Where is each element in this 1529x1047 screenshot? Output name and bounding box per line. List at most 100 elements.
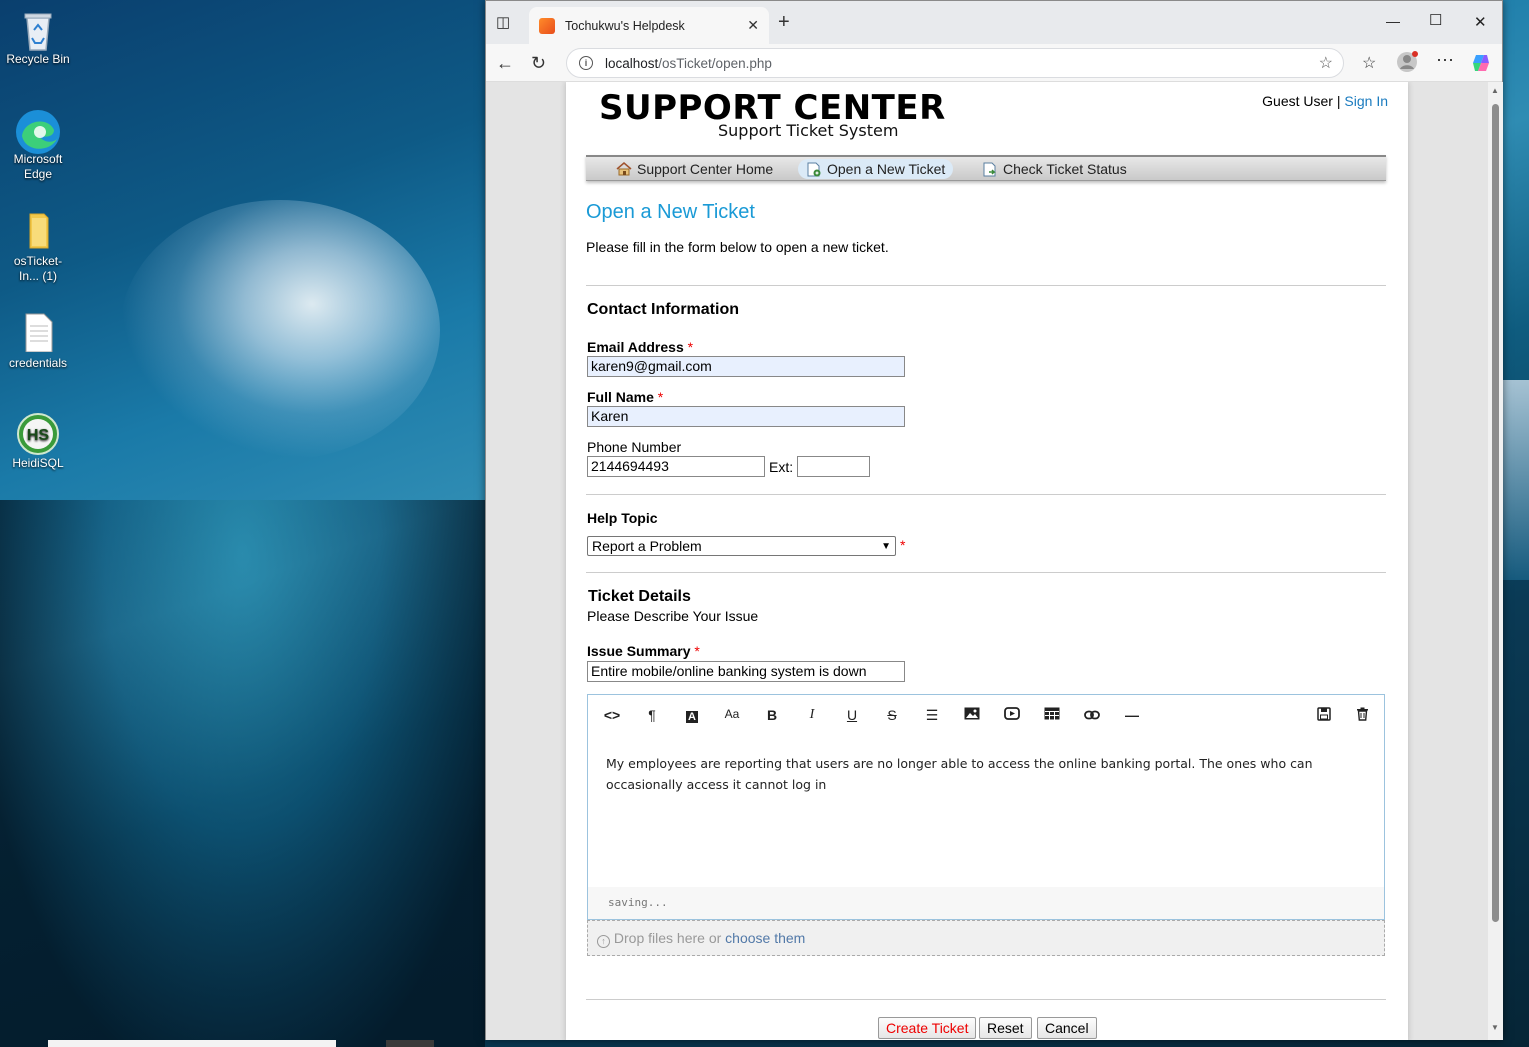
desktop-icon-recycle-bin[interactable]: Recycle Bin (4, 8, 72, 67)
heidisql-icon: HS (17, 412, 59, 455)
nav-label: Support Center Home (637, 161, 774, 177)
site-info-icon[interactable]: i (579, 56, 593, 70)
tab-title: Tochukwu's Helpdesk (565, 18, 685, 33)
desktop-icon-osticket-folder[interactable]: osTicket-In... (1) (4, 210, 72, 284)
email-field[interactable]: karen9@gmail.com (587, 356, 905, 377)
url-input[interactable]: i localhost/osTicket/open.php ☆ (566, 48, 1344, 78)
refresh-icon[interactable]: ↻ (531, 53, 546, 74)
desktop-icon-credentials[interactable]: credentials (4, 312, 72, 371)
delete-draft-icon[interactable] (1352, 707, 1372, 724)
logo-subtitle: Support Ticket System (718, 121, 899, 140)
new-ticket-icon (806, 162, 821, 177)
email-label: Email Address * (587, 339, 694, 355)
back-icon[interactable]: ← (496, 53, 514, 74)
horizontal-rule-icon[interactable]: — (1122, 707, 1142, 723)
choose-files-link[interactable]: choose them (725, 930, 805, 946)
taskbar-fragment-dark (386, 1040, 434, 1047)
guest-user-label: Guest User (1262, 93, 1333, 109)
more-menu-icon[interactable]: ⋯ (1436, 50, 1454, 71)
video-icon[interactable] (1002, 707, 1022, 723)
scroll-down-icon[interactable]: ▼ (1491, 1023, 1499, 1032)
desktop-icon-edge[interactable]: Microsoft Edge (4, 108, 72, 182)
page-scrollbar[interactable]: ▲ ▼ (1488, 82, 1503, 1040)
close-tab-icon[interactable]: ✕ (747, 17, 759, 34)
divider (586, 572, 1386, 573)
upload-icon: ↑ (597, 935, 610, 948)
full-name-field[interactable]: Karen (587, 406, 905, 427)
strikethrough-icon[interactable]: S (882, 707, 902, 723)
page-title: Open a New Ticket (586, 201, 755, 223)
table-icon[interactable] (1042, 707, 1062, 723)
profile-avatar-icon[interactable] (1396, 51, 1418, 78)
taskbar-fragment (48, 1040, 336, 1047)
issue-description-text[interactable]: My employees are reporting that users ar… (606, 753, 1344, 795)
required-mark: * (657, 389, 664, 405)
maximize-icon[interactable]: ☐ (1429, 11, 1442, 29)
contact-info-heading: Contact Information (587, 301, 739, 318)
editor-status: saving... (588, 887, 1384, 919)
file-dropzone[interactable]: ↑ Drop files here or choose them (587, 920, 1385, 956)
help-topic-select[interactable]: Report a Problem ▼ (587, 536, 896, 556)
url-host: localhost (605, 55, 659, 71)
copilot-icon[interactable] (1470, 52, 1492, 79)
desktop-wallpaper-spray (120, 200, 440, 460)
divider (586, 494, 1386, 495)
divider (586, 999, 1386, 1000)
svg-text:HS: HS (27, 427, 50, 444)
list-icon[interactable]: ☰ (922, 707, 942, 724)
rich-text-editor: <> ¶ A Aa B I U S ☰ — My employees are r… (587, 694, 1385, 920)
bold-icon[interactable]: B (762, 707, 782, 723)
divider (586, 285, 1386, 286)
cancel-button[interactable]: Cancel (1037, 1017, 1097, 1039)
phone-label: Phone Number (587, 439, 682, 455)
user-separator: | (1336, 93, 1341, 109)
nav-label: Open a New Ticket (827, 161, 946, 177)
nav-support-center-home[interactable]: Support Center Home (608, 159, 781, 179)
underline-icon[interactable]: U (842, 707, 862, 723)
desktop-icon-heidisql[interactable]: HS HeidiSQL (4, 412, 72, 471)
scroll-up-icon[interactable]: ▲ (1491, 86, 1499, 95)
nav-check-ticket-status[interactable]: Check Ticket Status (974, 159, 1135, 179)
ext-label: Ext: (769, 459, 794, 475)
home-icon (616, 162, 632, 176)
chevron-down-icon: ▼ (881, 540, 891, 552)
scrollbar-thumb[interactable] (1492, 104, 1499, 922)
user-info: Guest User | Sign In (1262, 93, 1388, 109)
ext-field[interactable] (797, 456, 870, 477)
italic-icon[interactable]: I (802, 707, 822, 723)
create-ticket-button[interactable]: Create Ticket (878, 1017, 977, 1039)
paragraph-icon[interactable]: ¶ (642, 707, 662, 723)
issue-summary-label: Issue Summary * (587, 643, 700, 659)
favorite-star-icon[interactable]: ☆ (1319, 53, 1333, 73)
ticket-details-subtitle: Please Describe Your Issue (587, 608, 759, 624)
new-tab-icon[interactable]: + (778, 11, 790, 34)
ticket-status-icon (982, 162, 997, 177)
font-size-icon[interactable]: Aa (722, 707, 742, 721)
html-code-icon[interactable]: <> (602, 707, 622, 723)
recycle-bin-icon (18, 8, 58, 51)
minimize-icon[interactable]: — (1386, 13, 1400, 29)
sign-in-link[interactable]: Sign In (1344, 93, 1388, 109)
required-mark: * (687, 339, 694, 355)
browser-window: ◫ Tochukwu's Helpdesk ✕ + — ☐ ✕ ← ↻ i lo… (485, 0, 1503, 1040)
browser-tab[interactable]: Tochukwu's Helpdesk ✕ (529, 7, 769, 44)
issue-summary-field[interactable]: Entire mobile/online banking system is d… (587, 661, 905, 682)
tab-actions-icon[interactable]: ◫ (496, 13, 510, 31)
favorites-icon[interactable]: ☆ (1362, 53, 1376, 73)
text-file-icon (18, 312, 58, 353)
nav-label: Check Ticket Status (1003, 161, 1127, 177)
close-window-icon[interactable]: ✕ (1474, 13, 1487, 31)
font-color-icon[interactable]: A (682, 707, 702, 723)
page-viewport: SUPPORT CENTER Support Ticket System Gue… (486, 82, 1488, 1040)
save-draft-icon[interactable] (1314, 707, 1334, 724)
nav-open-new-ticket[interactable]: Open a New Ticket (798, 159, 954, 179)
reset-button[interactable]: Reset (979, 1017, 1032, 1039)
main-nav: Support Center Home Open a New Ticket Ch… (586, 155, 1386, 181)
support-center-page: SUPPORT CENTER Support Ticket System Gue… (566, 82, 1408, 1040)
full-name-label: Full Name * (587, 389, 664, 405)
address-bar-row: ← ↻ i localhost/osTicket/open.php ☆ ☆ ⋯ (486, 44, 1502, 82)
phone-field[interactable]: 2144694493 (587, 456, 765, 477)
image-icon[interactable] (962, 707, 982, 723)
desktop-wallpaper-wave (0, 500, 485, 1047)
link-icon[interactable] (1082, 707, 1102, 723)
